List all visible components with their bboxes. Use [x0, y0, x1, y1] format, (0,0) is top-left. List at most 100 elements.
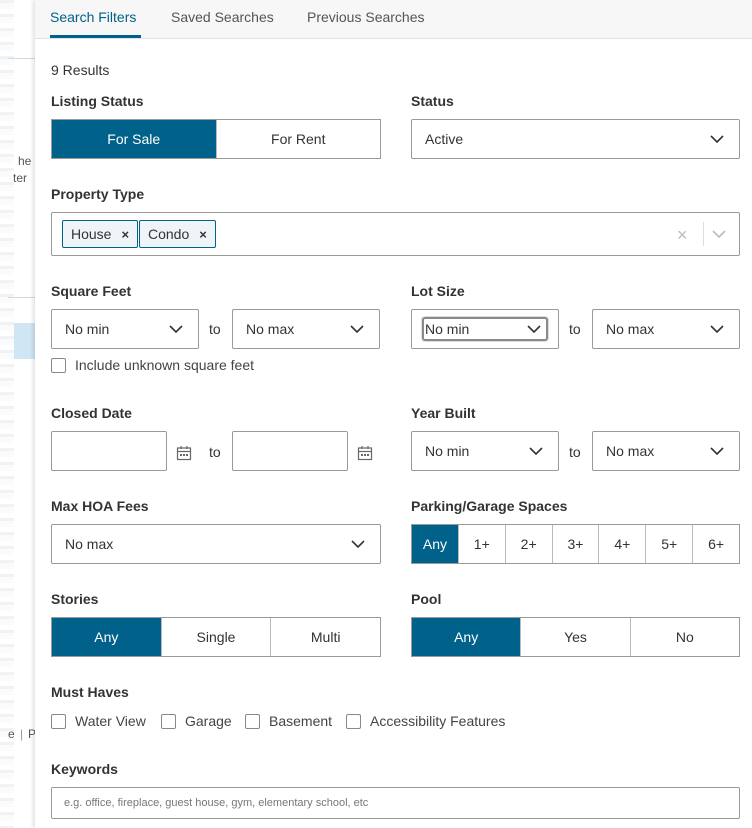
stories-toggle: Any Single Multi: [51, 617, 381, 657]
chip-label: House: [71, 226, 112, 242]
results-count: 9 Results: [51, 62, 110, 78]
year-built-to-label: to: [569, 444, 581, 460]
max-hoa-label: Max HOA Fees: [51, 498, 149, 514]
pool-option-no[interactable]: No: [629, 618, 739, 656]
parking-toggle: Any 1+ 2+ 3+ 4+ 5+ 6+: [411, 524, 740, 564]
stories-option-multi[interactable]: Multi: [270, 618, 381, 656]
lot-size-max-value: No max: [606, 321, 655, 337]
closed-date-from-input[interactable]: [51, 431, 167, 471]
parking-label: Parking/Garage Spaces: [411, 498, 568, 514]
status-select[interactable]: Active: [411, 119, 740, 159]
search-filters-panel: Search Filters Saved Searches Previous S…: [35, 0, 752, 828]
lot-size-to-label: to: [569, 321, 581, 337]
stories-option-single[interactable]: Single: [160, 618, 271, 656]
background-text: he: [18, 154, 32, 168]
property-type-multiselect[interactable]: House × Condo × ×: [51, 212, 740, 256]
must-have-water-view-checkbox[interactable]: Water View: [51, 713, 146, 729]
year-built-max-select[interactable]: No max: [592, 431, 740, 471]
year-built-label: Year Built: [411, 405, 476, 421]
square-feet-max-value: No max: [246, 321, 295, 337]
pool-toggle: Any Yes No: [411, 617, 740, 657]
listing-status-toggle: For Sale For Rent: [51, 119, 381, 159]
lot-size-max-select[interactable]: No max: [592, 309, 740, 349]
keywords-label: Keywords: [51, 761, 118, 777]
background-text: ter: [13, 171, 28, 185]
must-have-basement-checkbox[interactable]: Basement: [245, 713, 332, 729]
include-unknown-sqft-checkbox[interactable]: Include unknown square feet: [51, 357, 254, 373]
background-edge: [0, 0, 14, 828]
checkbox-label: Water View: [75, 713, 146, 729]
calendar-icon[interactable]: [176, 445, 192, 461]
tab-search-filters[interactable]: Search Filters: [50, 9, 136, 25]
chevron-down-icon: [710, 325, 724, 334]
active-tab-indicator: [50, 35, 141, 38]
background-page-strip: he ter e | P: [0, 0, 35, 828]
parking-option-any[interactable]: Any: [412, 525, 458, 563]
chevron-down-icon: [351, 540, 365, 549]
parking-option-3[interactable]: 3+: [551, 525, 599, 563]
property-type-label: Property Type: [51, 186, 145, 202]
chevron-down-icon: [169, 325, 183, 334]
lot-size-label: Lot Size: [411, 283, 465, 299]
must-have-garage-checkbox[interactable]: Garage: [161, 713, 232, 729]
pool-option-any[interactable]: Any: [412, 618, 521, 656]
checkbox-box: [245, 713, 260, 729]
chevron-down-icon: [350, 325, 364, 334]
checkbox-label: Accessibility Features: [370, 713, 506, 729]
tab-bar: Search Filters Saved Searches Previous S…: [35, 0, 752, 39]
keywords-input[interactable]: [51, 787, 740, 819]
year-built-min-value: No min: [425, 443, 470, 459]
checkbox-label: Garage: [185, 713, 232, 729]
remove-chip-icon[interactable]: ×: [121, 227, 129, 242]
background-text: e: [8, 727, 15, 741]
parking-option-6[interactable]: 6+: [692, 525, 740, 563]
square-feet-label: Square Feet: [51, 283, 132, 299]
background-divider: [8, 58, 35, 59]
checkbox-box: [161, 713, 176, 729]
must-have-accessibility-checkbox[interactable]: Accessibility Features: [346, 713, 505, 729]
stories-label: Stories: [51, 591, 99, 607]
closed-date-label: Closed Date: [51, 405, 132, 421]
checkbox-label: Include unknown square feet: [75, 357, 255, 373]
parking-option-5[interactable]: 5+: [645, 525, 693, 563]
property-type-chip-house: House ×: [62, 220, 139, 248]
max-hoa-select[interactable]: No max: [51, 524, 381, 564]
lot-size-min-value: No min: [425, 321, 470, 337]
parking-option-1[interactable]: 1+: [457, 525, 505, 563]
parking-option-2[interactable]: 2+: [504, 525, 552, 563]
checkbox-box: [51, 713, 66, 729]
checkbox-box: [51, 357, 66, 373]
remove-chip-icon[interactable]: ×: [199, 227, 207, 242]
parking-option-4[interactable]: 4+: [598, 525, 646, 563]
square-feet-max-select[interactable]: No max: [232, 309, 380, 349]
square-feet-min-value: No min: [65, 321, 110, 337]
lot-size-min-select[interactable]: No min: [411, 309, 559, 349]
listing-status-for-rent[interactable]: For Rent: [215, 120, 380, 158]
chip-label: Condo: [148, 226, 190, 242]
background-text: |: [20, 727, 24, 741]
calendar-icon[interactable]: [357, 445, 373, 461]
chevron-down-icon[interactable]: [711, 226, 727, 242]
checkbox-box: [346, 713, 361, 729]
checkbox-label: Basement: [269, 713, 333, 729]
tab-previous-searches[interactable]: Previous Searches: [307, 9, 425, 25]
must-haves-label: Must Haves: [51, 684, 129, 700]
year-built-min-select[interactable]: No min: [411, 431, 559, 471]
chevron-down-icon: [527, 325, 541, 334]
listing-status-for-sale[interactable]: For Sale: [52, 120, 216, 158]
stories-option-any[interactable]: Any: [52, 618, 161, 656]
listing-status-label: Listing Status: [51, 93, 144, 109]
closed-date-to-input[interactable]: [232, 431, 348, 471]
max-hoa-value: No max: [65, 536, 114, 552]
property-type-chip-condo: Condo ×: [139, 220, 216, 248]
background-highlight: [14, 323, 35, 359]
clear-icon[interactable]: ×: [677, 225, 688, 246]
year-built-max-value: No max: [606, 443, 655, 459]
status-label: Status: [411, 93, 454, 109]
chevron-down-icon: [710, 135, 724, 144]
status-value: Active: [425, 131, 464, 147]
tab-saved-searches[interactable]: Saved Searches: [171, 9, 274, 25]
square-feet-min-select[interactable]: No min: [51, 309, 199, 349]
square-feet-to-label: to: [209, 321, 221, 337]
pool-option-yes[interactable]: Yes: [520, 618, 630, 656]
